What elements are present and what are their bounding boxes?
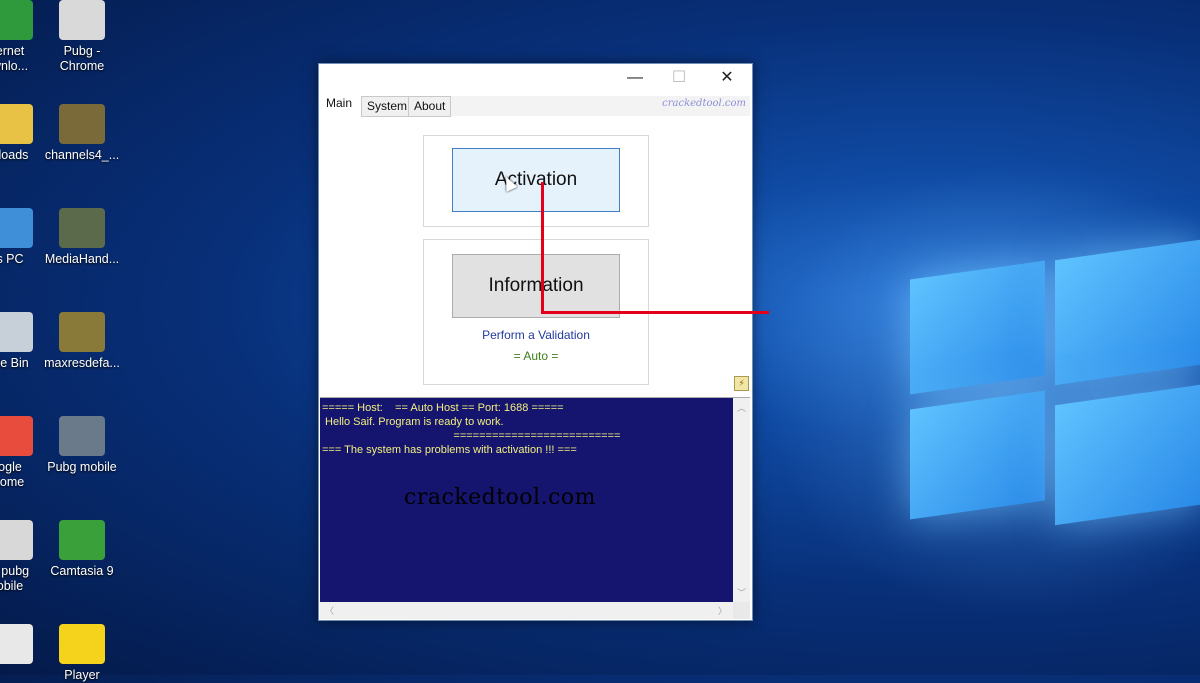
document-icon <box>0 624 33 664</box>
lightning-icon[interactable]: ⚡ <box>734 376 749 391</box>
tab-system[interactable]: System <box>361 96 414 117</box>
desktop-icon-label: Pubg mobile <box>47 460 117 474</box>
brand-label: crackedtool.com <box>662 98 746 109</box>
scroll-right-icon[interactable]: 〉 <box>718 604 727 617</box>
desktop-icon[interactable]: channels4_... <box>42 104 122 163</box>
chrome-shortcut-icon <box>59 0 105 40</box>
log-line: Hello Saif. Program is ready to work. <box>322 416 504 428</box>
log-line: ========================== <box>322 430 621 442</box>
log-line: === The system has problems with activat… <box>322 444 577 456</box>
annotation-line-horizontal <box>541 311 769 314</box>
desktop-icon-label: maxresdefa... <box>44 356 120 370</box>
desktop-icon-label: Pubg - Chrome <box>59 44 105 73</box>
activation-group: Activation <box>423 135 649 227</box>
information-button[interactable]: Information <box>452 254 620 318</box>
image-file-icon <box>59 312 105 352</box>
watermark-text: crackedtool.com <box>404 485 596 510</box>
panda-icon <box>0 520 33 560</box>
close-button[interactable]: ✕ <box>713 68 741 88</box>
desktop-icon[interactable]: Pubg mobile <box>42 416 122 475</box>
perform-validation-link[interactable]: Perform a Validation <box>424 328 648 342</box>
auto-mode-label: = Auto = <box>513 349 559 363</box>
desktop-icon[interactable]: Camtasia 9 <box>42 520 122 579</box>
chrome-icon <box>0 416 33 456</box>
windows-logo-wallpaper <box>900 230 1200 560</box>
desktop-icon-label: MediaHand... <box>44 252 120 266</box>
activator-window: — ☐ ✕ Main System About crackedtool.com … <box>318 63 753 621</box>
downloads-icon <box>0 104 33 144</box>
scroll-up-icon[interactable]: ︿ <box>737 401 746 414</box>
image-file-icon <box>59 208 105 248</box>
pc-icon <box>0 208 33 248</box>
desktop-icon[interactable]: Player <box>42 624 122 683</box>
desktop-icon[interactable]: MediaHand... <box>42 208 122 267</box>
vertical-scrollbar[interactable]: ︿ ﹀ <box>733 398 750 602</box>
recycle-bin-icon <box>0 312 33 352</box>
player-icon <box>59 624 105 664</box>
desktop-icon-label: Camtasia 9 <box>50 564 114 578</box>
log-line: ===== Host: == Auto Host == Port: 1688 =… <box>322 402 564 414</box>
annotation-line-vertical <box>541 182 544 314</box>
tab-main[interactable]: Main <box>321 94 357 113</box>
tab-about[interactable]: About <box>408 96 452 117</box>
horizontal-scrollbar[interactable]: 〈 〉 <box>320 602 733 619</box>
minimize-button[interactable]: — <box>621 68 649 88</box>
scroll-left-icon[interactable]: 〈 <box>325 604 334 617</box>
activation-button[interactable]: Activation <box>452 148 620 212</box>
desktop-icon[interactable]: Pubg - Chrome <box>42 0 122 74</box>
scroll-down-icon[interactable]: ﹀ <box>737 586 746 599</box>
ie-icon <box>0 0 33 40</box>
image-file-icon <box>59 104 105 144</box>
image-file-icon <box>59 416 105 456</box>
title-bar[interactable]: — ☐ ✕ <box>319 64 752 92</box>
desktop-icon-label: Player <box>64 668 100 682</box>
desktop-icon[interactable]: maxresdefa... <box>42 312 122 371</box>
desktop-icon-label: channels4_... <box>44 148 120 162</box>
camtasia-icon <box>59 520 105 560</box>
maximize-button[interactable]: ☐ <box>665 68 693 88</box>
